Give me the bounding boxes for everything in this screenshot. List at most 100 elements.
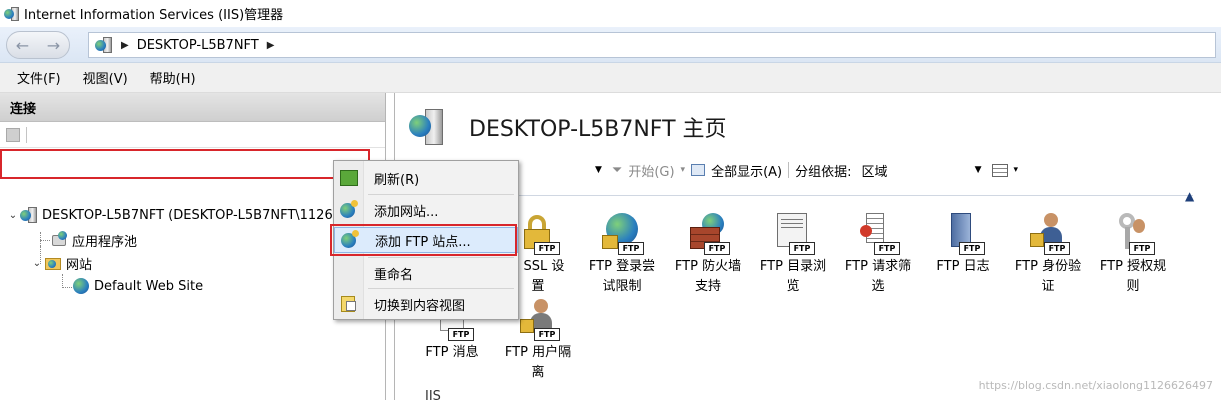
context-item-label: 刷新(R)	[374, 172, 420, 188]
watermark: https://blog.csdn.net/xiaolong1126626497	[978, 379, 1213, 392]
view-mode-icon[interactable]	[991, 163, 1008, 177]
group-by-value: 区域	[861, 164, 888, 180]
connect-icon[interactable]	[6, 127, 20, 142]
refresh-icon	[339, 168, 359, 188]
feature-ftp-request-filtering[interactable]: FTP FTP 请求筛 选	[839, 213, 917, 297]
feature-label: 览	[786, 279, 800, 294]
feature-label: 试限制	[602, 279, 642, 294]
key-icon: FTP	[1113, 213, 1155, 255]
nav-buttons: ← →	[6, 31, 70, 59]
app-pool-icon	[50, 231, 68, 249]
context-item-label: 重命名	[374, 267, 414, 283]
add-ftp-highlight-outline	[330, 224, 517, 256]
breadcrumb-server[interactable]: DESKTOP-L5B7NFT	[137, 38, 259, 53]
expand-chevron-icon[interactable]: ⌄	[30, 258, 44, 269]
context-rename[interactable]: 重命名	[334, 260, 518, 286]
connections-toolbar	[0, 122, 385, 148]
forward-arrow-icon[interactable]: →	[47, 36, 60, 55]
group-by-select[interactable]: 区域 ▼	[858, 161, 986, 180]
rename-icon	[339, 263, 359, 283]
feature-label: FTP 用户隔	[504, 345, 572, 360]
connections-header: 连接	[0, 93, 385, 122]
breadcrumb-separator-icon[interactable]: ▶	[267, 40, 275, 51]
feature-ftp-directory-browsing[interactable]: FTP FTP 目录浏 览	[754, 213, 832, 297]
sites-folder-icon	[44, 254, 62, 272]
toolbar-divider	[26, 126, 27, 143]
collapse-section-icon[interactable]: ▲	[1185, 189, 1194, 203]
tree-node-server[interactable]: ⌄ DESKTOP-L5B7NFT (DESKTOP-L5B7NFT\11266…	[6, 204, 346, 226]
menu-view[interactable]: 视图(V)	[72, 68, 139, 87]
tree-line	[62, 287, 72, 288]
back-arrow-icon[interactable]: ←	[16, 36, 29, 55]
menu-bar: 文件(F) 视图(V) 帮助(H)	[0, 63, 1221, 93]
toolbar-divider	[788, 162, 790, 178]
show-all-icon	[691, 164, 706, 176]
feature-ftp-logon-attempt[interactable]: FTP FTP 登录尝 试限制	[583, 213, 661, 297]
user-isolation-icon: FTP	[518, 299, 560, 341]
tree-node-label: 应用程序池	[72, 234, 138, 250]
feature-label: 选	[871, 279, 885, 294]
filter-dropdown-arrow-icon[interactable]: ▼	[595, 165, 602, 175]
view-mode-dropdown-icon[interactable]: ▾	[1014, 165, 1019, 175]
feature-label: FTP 日志	[936, 259, 990, 274]
chevron-down-icon: ▼	[974, 165, 982, 175]
context-separator	[368, 257, 514, 258]
feature-label: FTP 请求筛	[844, 259, 912, 274]
feature-label: 支持	[694, 279, 721, 294]
feature-label: FTP 消息	[425, 345, 479, 360]
feature-ftp-authorization-rules[interactable]: FTP FTP 授权规 则	[1094, 213, 1172, 297]
server-icon	[95, 36, 113, 54]
context-item-label: 切换到内容视图	[374, 298, 466, 314]
ftp-badge: FTP	[1044, 242, 1070, 255]
tree-node-app-pools[interactable]: 应用程序池	[50, 229, 137, 251]
add-website-icon	[339, 200, 359, 220]
address-input[interactable]: ▶ DESKTOP-L5B7NFT ▶	[88, 32, 1216, 58]
ftp-badge: FTP	[448, 328, 474, 341]
server-icon	[20, 206, 38, 224]
tree-node-server-label: DESKTOP-L5B7NFT (DESKTOP-L5B7NFT\11266)	[42, 207, 347, 223]
tree-node-default-site[interactable]: Default Web Site	[72, 275, 203, 297]
start-filter-button[interactable]: 开始(G)	[628, 161, 674, 180]
expand-chevron-icon[interactable]: ⌄	[6, 210, 20, 221]
window-titlebar: Internet Information Services (IIS)管理器	[0, 0, 1221, 27]
feature-label: FTP 登录尝	[588, 259, 656, 274]
window-title: Internet Information Services (IIS)管理器	[24, 8, 284, 23]
iis-app-icon	[4, 6, 20, 22]
ftp-badge: FTP	[959, 242, 985, 255]
ftp-badge: FTP	[534, 242, 560, 255]
page-header: DESKTOP-L5B7NFT 主页	[409, 107, 727, 147]
feature-label: 则	[1126, 279, 1140, 294]
context-separator	[368, 288, 514, 289]
filter-toolbar: ▼ ⏷ 开始(G) ▾ 全部显示(A) 分组依据: 区域 ▼ ▾	[595, 157, 1215, 183]
show-all-button[interactable]: 全部显示(A)	[711, 161, 782, 180]
context-add-website[interactable]: 添加网站...	[334, 197, 518, 223]
tree-line	[62, 274, 63, 288]
request-filter-icon: FTP	[858, 213, 900, 255]
start-dropdown-icon[interactable]: ▾	[681, 165, 686, 175]
ftp-badge: FTP	[534, 328, 560, 341]
firewall-icon: FTP	[688, 213, 730, 255]
menu-help[interactable]: 帮助(H)	[139, 68, 207, 87]
ftp-badge: FTP	[618, 242, 644, 255]
context-switch-content-view[interactable]: 切换到内容视图	[334, 291, 518, 317]
feature-ftp-firewall[interactable]: FTP FTP 防火墙 支持	[669, 213, 747, 297]
feature-label: 离	[531, 365, 545, 380]
ftp-badge: FTP	[874, 242, 900, 255]
feature-ftp-authentication[interactable]: FTP FTP 身份验 证	[1009, 213, 1087, 297]
tree-node-sites[interactable]: ⌄ 网站	[30, 252, 92, 274]
section-iis-label[interactable]: IIS	[425, 389, 441, 400]
context-refresh[interactable]: 刷新(R)	[334, 165, 518, 191]
feature-label: FTP 授权规	[1099, 259, 1167, 274]
selection-highlight	[0, 149, 370, 179]
context-separator	[368, 194, 514, 195]
content-view-icon	[339, 294, 359, 314]
feature-ftp-logging[interactable]: FTP FTP 日志	[924, 213, 1002, 277]
section-divider	[423, 195, 1193, 196]
menu-file[interactable]: 文件(F)	[6, 68, 72, 87]
user-lock-icon: FTP	[1028, 213, 1070, 255]
tree-node-label: Default Web Site	[94, 278, 204, 294]
lock-icon: FTP	[518, 213, 560, 255]
ftp-badge: FTP	[1129, 242, 1155, 255]
context-item-label: 添加网站...	[374, 204, 439, 220]
page-title: DESKTOP-L5B7NFT 主页	[469, 117, 727, 142]
